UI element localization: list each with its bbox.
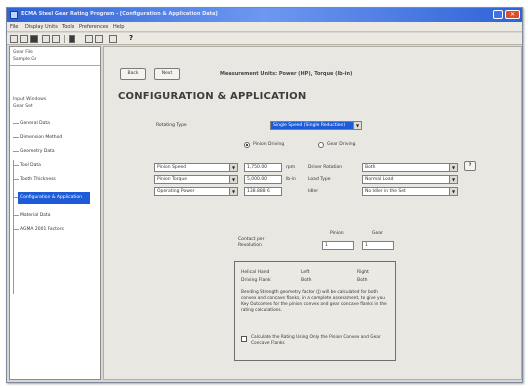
operating-power-select[interactable]: Operating Power ▼ — [154, 187, 238, 196]
contact-per-rev-label-1: Contact per — [238, 237, 265, 242]
pinion-torque-input[interactable]: 5,000.00 — [244, 175, 282, 184]
pinion-driving-radio[interactable] — [244, 142, 250, 148]
input-windows-label: Input Windows — [13, 97, 47, 102]
contact-per-rev-label-2: Revolution — [238, 243, 262, 248]
page-title: CONFIGURATION & APPLICATION — [118, 91, 307, 102]
driving-flank-gear: Both — [357, 278, 368, 283]
flank-info-box: Helical Hand Left Right Driving Flank Bo… — [234, 261, 396, 361]
redo-icon[interactable] — [95, 35, 103, 43]
helical-hand-label: Helical Hand — [241, 270, 270, 275]
new-file-icon[interactable] — [10, 35, 18, 43]
pinion-speed-unit: rpm — [286, 165, 296, 170]
sidebar-item-general-data[interactable]: General Data — [10, 117, 100, 131]
menu-bar: File Display Units Tools Preferences Hel… — [7, 22, 522, 32]
open-folder-icon[interactable] — [20, 35, 28, 43]
sidebar-item-material-data[interactable]: Material Data — [10, 209, 100, 223]
idler-select[interactable]: No Idler in the Set ▼ — [362, 187, 458, 196]
sidebar-item-tool-data[interactable]: Tool Data — [10, 159, 100, 173]
close-button[interactable]: ✕ — [505, 10, 520, 19]
sidebar-item-agma-factors[interactable]: AGMA 2001 Factors — [10, 223, 100, 237]
driver-rotation-select[interactable]: Both ▼ — [362, 163, 458, 172]
driving-type-label: Rotating Type — [156, 123, 187, 128]
title-bar[interactable]: ECMA Steel Gear Rating Program - [Config… — [7, 8, 522, 22]
gear-driving-label: Gear Driving — [327, 142, 356, 147]
menu-tools[interactable]: Tools — [62, 24, 74, 30]
print-icon[interactable] — [42, 35, 50, 43]
minimize-button[interactable] — [493, 10, 503, 19]
menu-display-units[interactable]: Display Units — [25, 24, 58, 30]
toolbar: ? — [7, 33, 522, 45]
sidebar-item-tooth-thickness[interactable]: Tooth Thickness — [10, 173, 100, 187]
gear-contact-input[interactable]: 1 — [362, 241, 394, 250]
pinion-header: Pinion — [330, 231, 344, 236]
info-text: Bending Strength geometry factor (J) wil… — [241, 290, 387, 313]
pinion-speed-input[interactable]: 1,750.00 — [244, 163, 282, 172]
gear-driving-radio[interactable] — [318, 142, 324, 148]
calculator-icon[interactable] — [109, 35, 117, 43]
driver-rotation-label: Driver Rotation — [308, 165, 343, 170]
pinion-torque-unit: lb-in — [286, 177, 296, 182]
driving-type-select[interactable]: Single Speed (Single Reduction) ▼ — [270, 121, 362, 130]
window-title: ECMA Steel Gear Rating Program - [Config… — [21, 11, 218, 17]
menu-file[interactable]: File — [10, 24, 18, 30]
help-button[interactable]: ? — [464, 161, 476, 171]
app-window: ECMA Steel Gear Rating Program - [Config… — [6, 7, 523, 383]
save-icon[interactable] — [30, 35, 38, 43]
next-button[interactable]: Next — [154, 68, 180, 80]
load-type-label: Load Type — [308, 177, 331, 182]
sidebar-item-dimension-method[interactable]: Dimension Method — [10, 131, 100, 145]
measurement-units: Measurement Units: Power (HP), Torque (l… — [220, 71, 353, 77]
pinion-torque-select[interactable]: Pinion Torque ▼ — [154, 175, 238, 184]
idler-label: Idler — [308, 189, 319, 194]
driving-flank-pinion: Both — [301, 278, 312, 283]
pinion-speed-select[interactable]: Pinion Speed ▼ — [154, 163, 238, 172]
chevron-down-icon: ▼ — [353, 122, 361, 129]
flank-calc-checkbox-label: Calculate the Rating Using Only the Pini… — [251, 335, 381, 346]
gear-file-name[interactable]: Sample.Gr — [13, 57, 37, 62]
app-icon — [10, 11, 18, 19]
gear-header: Gear — [372, 231, 383, 236]
main-panel: Back Next Measurement Units: Power (HP),… — [103, 46, 522, 380]
menu-help[interactable]: Help — [113, 24, 124, 30]
sidebar-item-configuration[interactable]: Configuration & Application — [10, 191, 100, 205]
gear-set-label: Gear Set — [13, 104, 33, 109]
preview-icon[interactable] — [52, 35, 60, 43]
play-icon[interactable] — [69, 35, 75, 43]
helical-hand-gear: Right — [357, 270, 369, 275]
gear-file-label: Gear File — [13, 50, 33, 55]
help-icon[interactable]: ? — [129, 35, 137, 43]
sidebar: Gear File Sample.Gr Input Windows Gear S… — [9, 46, 101, 380]
back-button[interactable]: Back — [120, 68, 146, 80]
menu-preferences[interactable]: Preferences — [79, 24, 108, 30]
helical-hand-pinion: Left — [301, 270, 310, 275]
toolbar-separator — [64, 35, 65, 43]
divider — [10, 65, 100, 66]
driving-flank-label: Driving Flank — [241, 278, 271, 283]
pinion-driving-label: Pinion Driving — [253, 142, 285, 147]
operating-power-input[interactable]: 138.888 6 — [244, 187, 282, 196]
load-type-select[interactable]: Normal Load ▼ — [362, 175, 458, 184]
flank-calc-checkbox[interactable] — [241, 336, 247, 342]
sidebar-item-geometry-data[interactable]: Geometry Data — [10, 145, 100, 159]
undo-icon[interactable] — [85, 35, 93, 43]
pinion-contact-input[interactable]: 1 — [322, 241, 354, 250]
